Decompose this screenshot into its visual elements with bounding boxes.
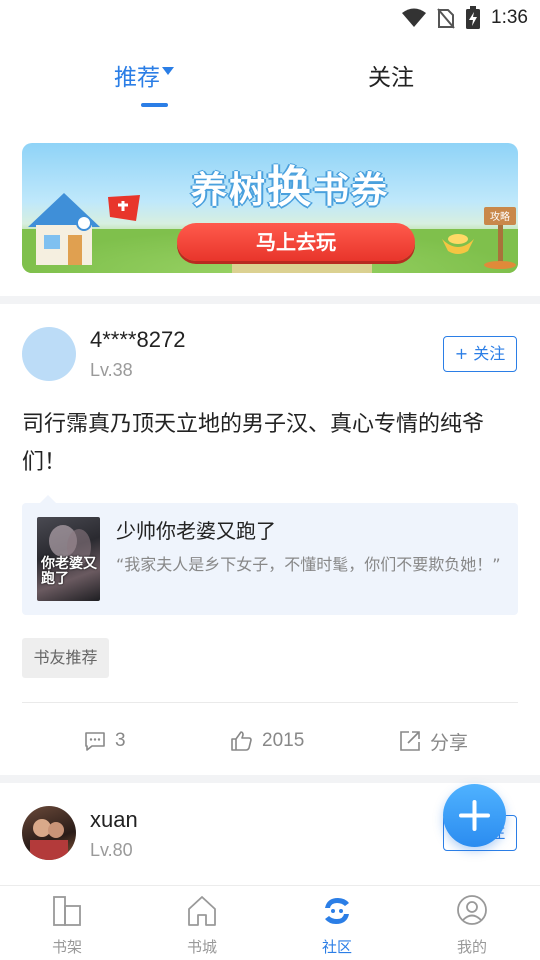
nav-profile[interactable]: 我的 — [422, 886, 522, 960]
thumbs-up-icon — [231, 731, 252, 751]
section-divider — [0, 296, 540, 304]
wifi-icon — [402, 8, 427, 27]
share-icon — [400, 731, 420, 751]
avatar[interactable] — [22, 327, 76, 381]
community-icon — [325, 898, 349, 924]
book-cover-title: 你老婆又跑了 — [41, 556, 97, 587]
gold-ingot-illustration — [442, 234, 474, 254]
house-illustration — [28, 193, 100, 265]
nav-bookshelf[interactable]: 书架 — [17, 886, 117, 960]
follow-button[interactable]: + 关注 — [443, 336, 517, 372]
share-label: 分享 — [430, 732, 469, 754]
banner-title-big: 换 — [267, 162, 313, 213]
status-bar: 1:36 — [0, 0, 540, 36]
signpost-illustration: 攻略 — [484, 207, 516, 269]
banner-title-right: 书券 — [313, 170, 390, 211]
profile-icon — [457, 895, 487, 925]
tab-recommend-label: 推荐 — [114, 65, 160, 91]
promo-banner[interactable]: 养树换书券 马上去玩 攻略 — [22, 143, 518, 273]
create-post-button[interactable] — [443, 784, 506, 847]
tab-follow[interactable]: 关注 — [368, 56, 414, 100]
banner-title-left: 养树 — [190, 170, 267, 211]
comment-count: 3 — [115, 730, 126, 751]
status-time: 1:36 — [491, 7, 528, 28]
user-level: Lv.80 — [90, 840, 133, 860]
user-level: Lv.38 — [90, 360, 133, 380]
comment-button[interactable]: 3 — [83, 726, 126, 756]
post-divider — [22, 702, 518, 703]
avatar-photo — [30, 819, 68, 860]
avatar[interactable] — [22, 806, 76, 860]
nav-bookstore[interactable]: 书城 — [152, 886, 252, 960]
home-icon — [188, 896, 216, 926]
svg-text:攻略: 攻略 — [490, 210, 510, 223]
active-tab-indicator — [141, 103, 168, 107]
play-now-button[interactable]: 马上去玩 — [177, 223, 415, 261]
book-quote: “我家夫人是乡下女子，不懂时髦，你们不要欺负她！” — [116, 555, 501, 574]
nav-community[interactable]: 社区 — [287, 886, 387, 960]
banner-title: 养树换书券 — [130, 151, 450, 215]
top-tabs: 推荐 关注 — [0, 56, 540, 112]
plus-icon — [459, 800, 490, 831]
share-button[interactable]: 分享 — [398, 726, 468, 756]
book-cover: 你老婆又跑了 — [37, 517, 100, 601]
comment-icon — [85, 732, 105, 751]
no-sim-icon — [437, 8, 455, 29]
section-divider — [0, 775, 540, 783]
book-title: 少帅你老婆又跑了 — [116, 519, 276, 543]
post-text[interactable]: 司行霈真乃顶天立地的男子汉、真心专情的纯爷们！ — [22, 406, 518, 482]
post-username[interactable]: xuan — [90, 807, 138, 833]
nav-label: 书架 — [51, 938, 82, 956]
book-card[interactable]: 你老婆又跑了 少帅你老婆又跑了 “我家夫人是乡下女子，不懂时髦，你们不要欺负她！… — [22, 503, 518, 615]
battery-charging-icon — [466, 6, 481, 29]
caret-down-icon — [162, 66, 174, 75]
like-count: 2015 — [262, 730, 305, 751]
tag-badge[interactable]: 书友推荐 — [22, 638, 109, 678]
tab-follow-label: 关注 — [368, 65, 414, 91]
bookshelf-icon — [53, 896, 81, 926]
nav-label: 书城 — [186, 938, 217, 956]
bottom-nav: 书架 书城 社区 我的 — [0, 885, 540, 960]
like-button[interactable]: 2015 — [230, 726, 304, 756]
tab-recommend[interactable]: 推荐 — [114, 56, 174, 100]
nav-label: 我的 — [456, 938, 487, 956]
post-username[interactable]: 4****8272 — [90, 327, 185, 353]
nav-label: 社区 — [321, 938, 352, 956]
